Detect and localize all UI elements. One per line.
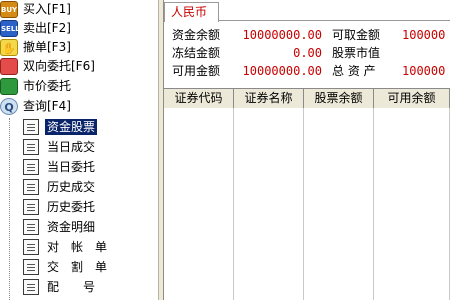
document-icon <box>23 159 39 175</box>
market-order-icon <box>0 78 18 95</box>
column-divider <box>303 108 304 300</box>
tree-item-label: 交 割 单 <box>47 260 108 274</box>
tree-item-label: 当日成交 <box>47 140 96 154</box>
tree-item-label: 双向委托[F6] <box>23 59 95 73</box>
tree-item-label: 买入[F1] <box>23 2 71 16</box>
column-header-security-name[interactable]: 证券名称 <box>234 89 304 108</box>
column-divider <box>373 108 374 300</box>
document-icon <box>23 179 39 195</box>
buy-icon: BUY <box>0 1 18 18</box>
document-icon <box>23 239 39 255</box>
sell-icon: SELL <box>0 20 20 37</box>
column-header-stock-balance[interactable]: 股票余额 <box>304 89 374 108</box>
column-header-security-code[interactable]: 证券代码 <box>164 89 234 108</box>
query-icon: Q <box>0 98 18 115</box>
tree-item-label: 配 号 <box>47 280 96 294</box>
table-header-row: 证券代码 证券名称 股票余额 可用余额 <box>164 89 450 108</box>
tree-item-label: 历史成交 <box>47 180 96 194</box>
tree-item-label: 历史委托 <box>47 200 96 214</box>
holdings-table: 证券代码 证券名称 股票余额 可用余额 <box>164 88 450 300</box>
tree-connector-line <box>9 118 10 300</box>
total-assets-value: 100000 <box>402 64 446 78</box>
tree-item-label: 当日委托 <box>47 160 96 174</box>
dual-order-icon <box>0 58 18 75</box>
withdrawable-label: 可取金额 <box>332 28 381 42</box>
document-icon <box>23 279 39 295</box>
function-tree: BUY 买入[F1] SELL 卖出[F2] ✋ 撤单[F3] 双向委托[F6]… <box>0 0 158 300</box>
tree-item-label: 资金股票 <box>45 119 98 135</box>
column-header-available-balance[interactable]: 可用余额 <box>374 89 450 108</box>
document-icon <box>23 119 39 135</box>
total-assets-label: 总 资 产 <box>332 64 376 78</box>
tree-item-label: 对 帐 单 <box>47 240 108 254</box>
available-label: 可用金额 <box>172 64 221 78</box>
withdrawable-value: 100000 <box>402 28 446 42</box>
document-icon <box>23 199 39 215</box>
trading-window: BUY 买入[F1] SELL 卖出[F2] ✋ 撤单[F3] 双向委托[F6]… <box>0 0 450 300</box>
stock-value-label: 股票市值 <box>332 46 381 60</box>
available-value: 10000000.00 <box>242 64 322 78</box>
tree-item-label: 市价委托 <box>23 79 72 93</box>
column-divider <box>233 108 234 300</box>
tab-rmb[interactable]: 人民币 <box>164 2 219 22</box>
tree-item-label: 撤单[F3] <box>23 40 71 54</box>
tree-item-label: 资金明细 <box>47 220 96 234</box>
document-icon <box>23 259 39 275</box>
tree-item-label: 卖出[F2] <box>23 21 71 35</box>
cancel-icon: ✋ <box>0 39 18 56</box>
query-panel: 人民币 资金余额 10000000.00 可取金额 100000 冻结金额 0.… <box>164 0 450 300</box>
currency-tab-strip: 人民币 <box>164 0 450 22</box>
frozen-label: 冻结金额 <box>172 46 221 60</box>
document-icon <box>23 139 39 155</box>
frozen-value: 0.00 <box>293 46 322 60</box>
fund-balance-value: 10000000.00 <box>242 28 322 42</box>
fund-balance-label: 资金余额 <box>172 28 221 42</box>
tree-item-label: 查询[F4] <box>23 99 71 113</box>
document-icon <box>23 219 39 235</box>
